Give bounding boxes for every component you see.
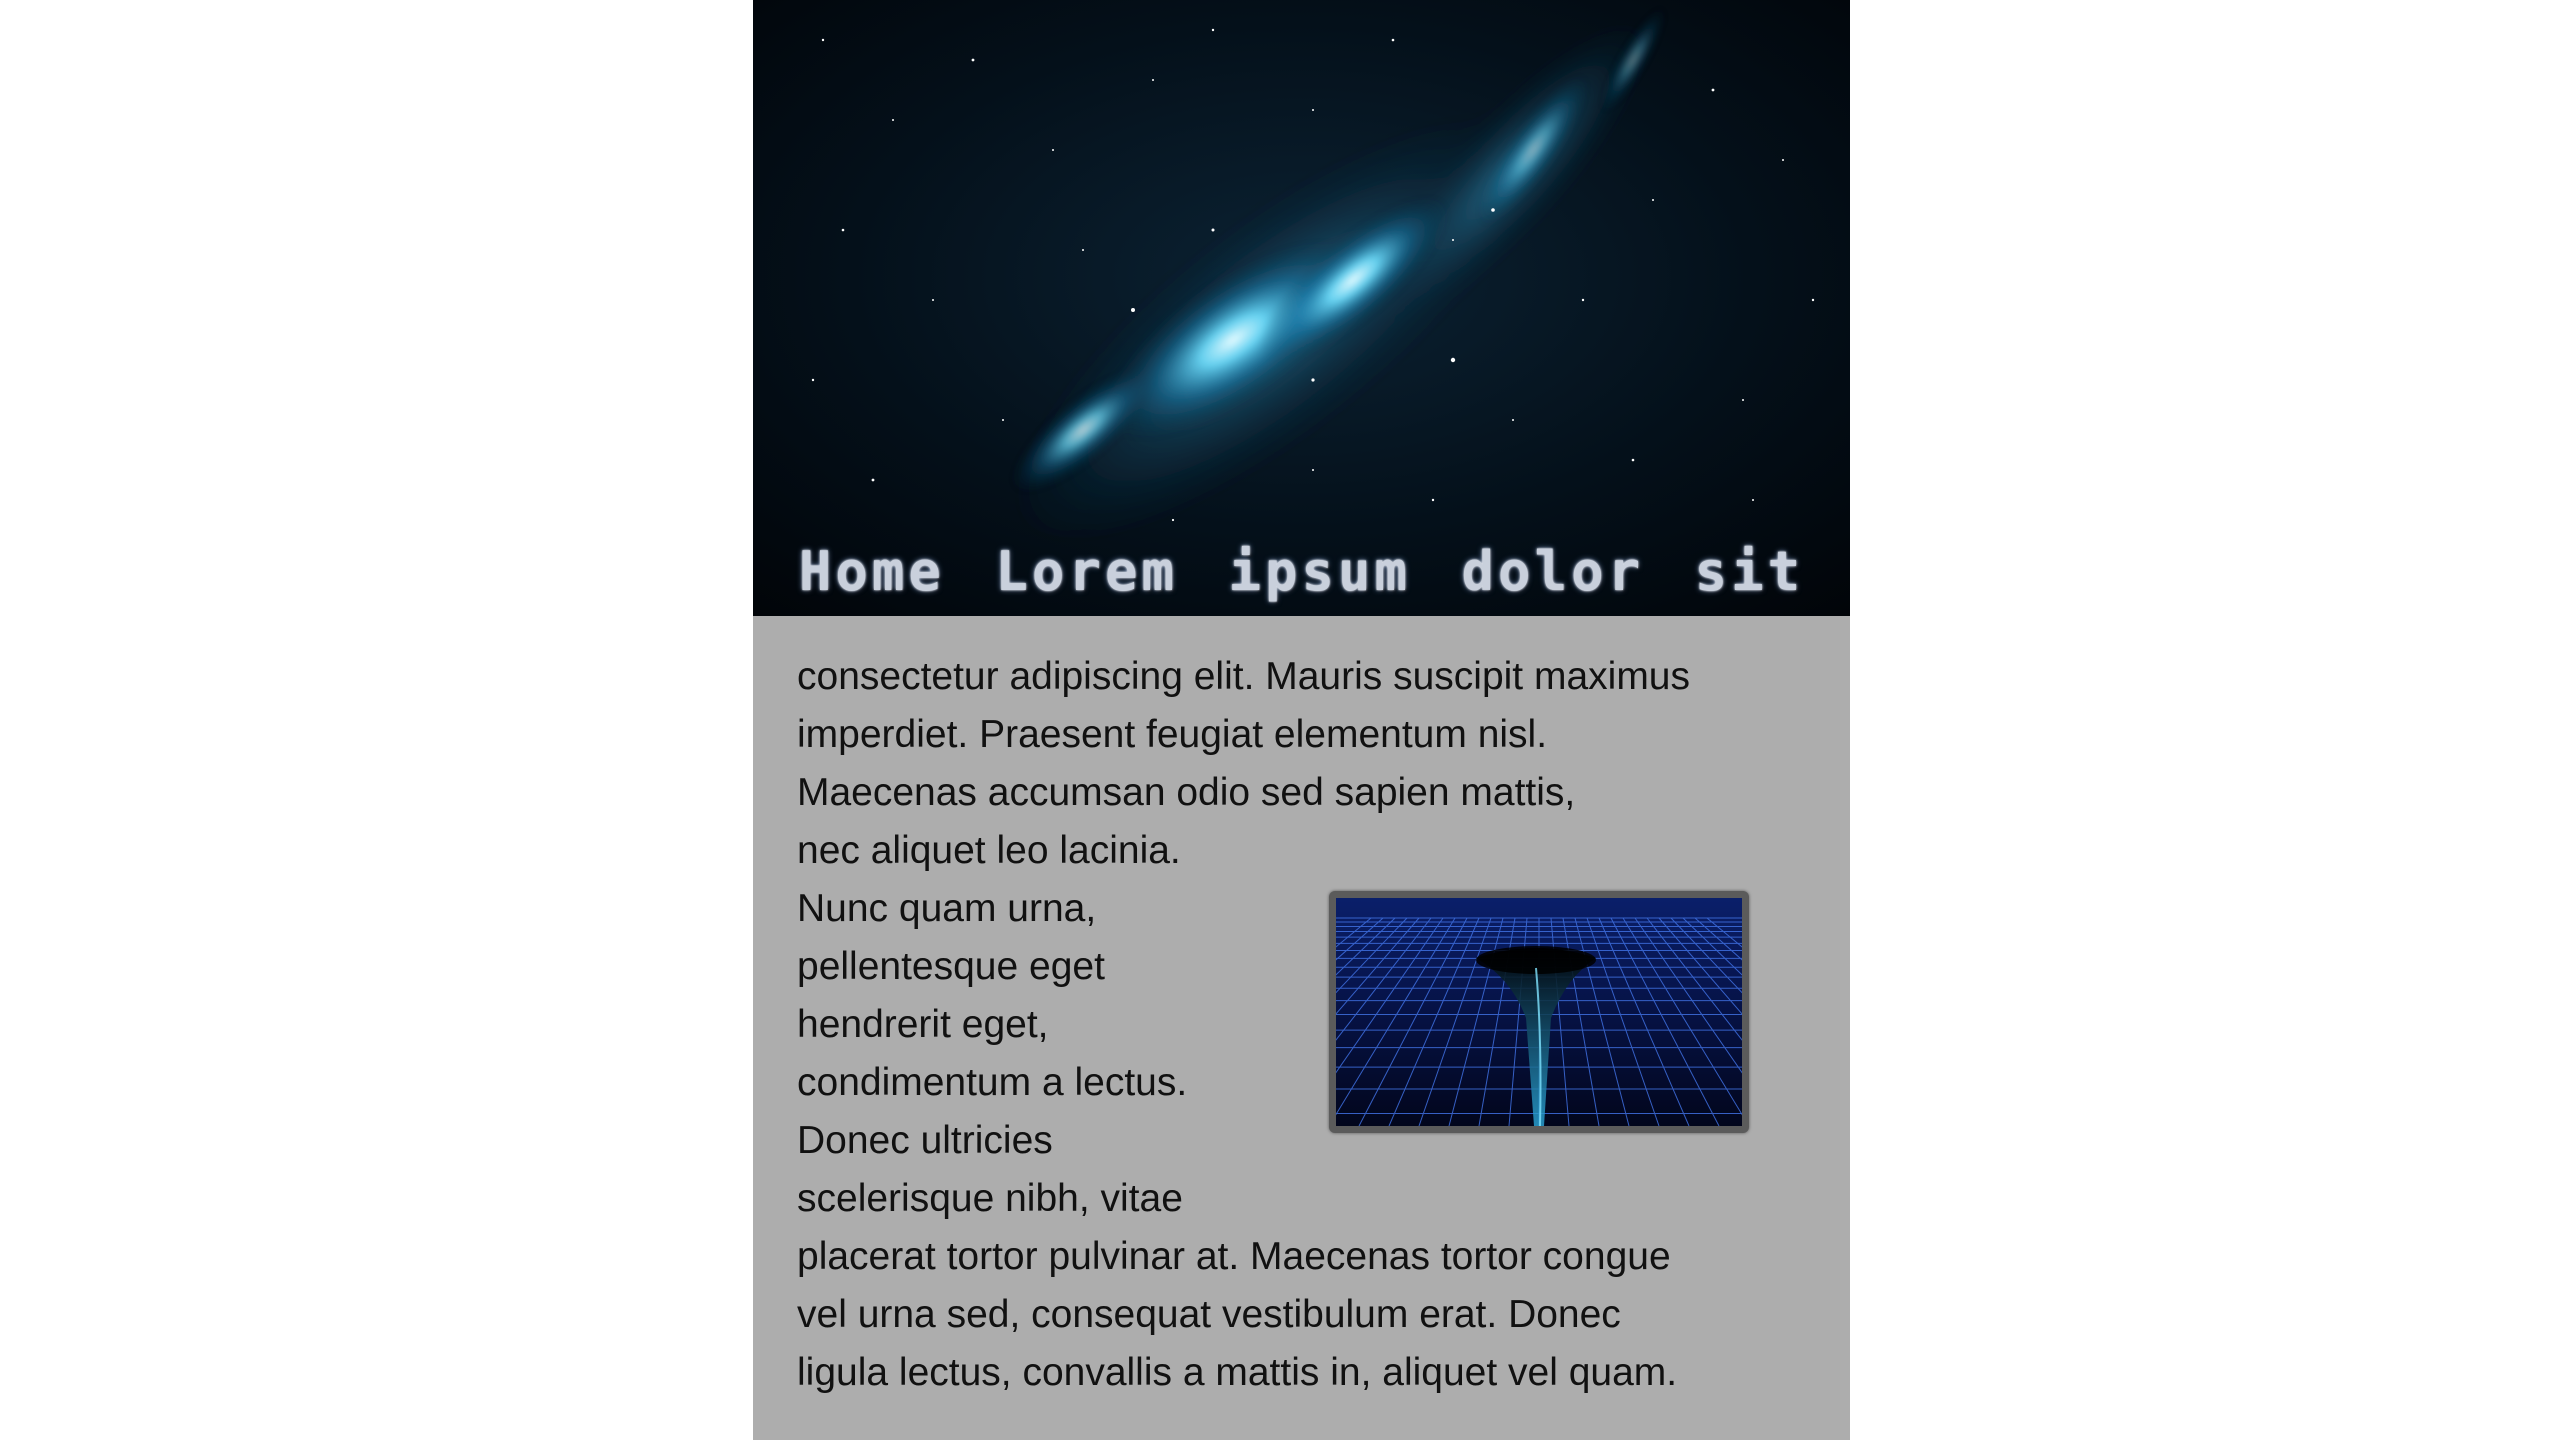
article-line: scelerisque nibh, vitae: [797, 1177, 1183, 1220]
article-line: imperdiet. Praesent feugiat elementum ni…: [797, 713, 1548, 756]
spacetime-grid-image: [1336, 898, 1742, 1126]
article-figure: [1329, 891, 1749, 1133]
space-nebula-image: [753, 0, 1850, 616]
article-line: consectetur adipiscing elit. Mauris susc…: [797, 655, 1691, 698]
article-line: nec aliquet leo lacinia.: [797, 829, 1181, 872]
article-line: ligula lectus, convallis a mattis in, al…: [797, 1351, 1678, 1394]
hero-banner: Home Lorem ipsum dolor sit: [753, 0, 1850, 616]
article-line: placerat tortor pulvinar at. Maecenas to…: [797, 1235, 1671, 1278]
article-line: Maecenas accumsan odio sed sapien mattis…: [797, 771, 1576, 814]
article-line: vel urna sed, consequat vestibulum erat.…: [797, 1293, 1621, 1336]
hero-title: Home Lorem ipsum dolor sit: [798, 540, 1805, 603]
page-panel: Home Lorem ipsum dolor sit consectetur a…: [753, 0, 1850, 1440]
